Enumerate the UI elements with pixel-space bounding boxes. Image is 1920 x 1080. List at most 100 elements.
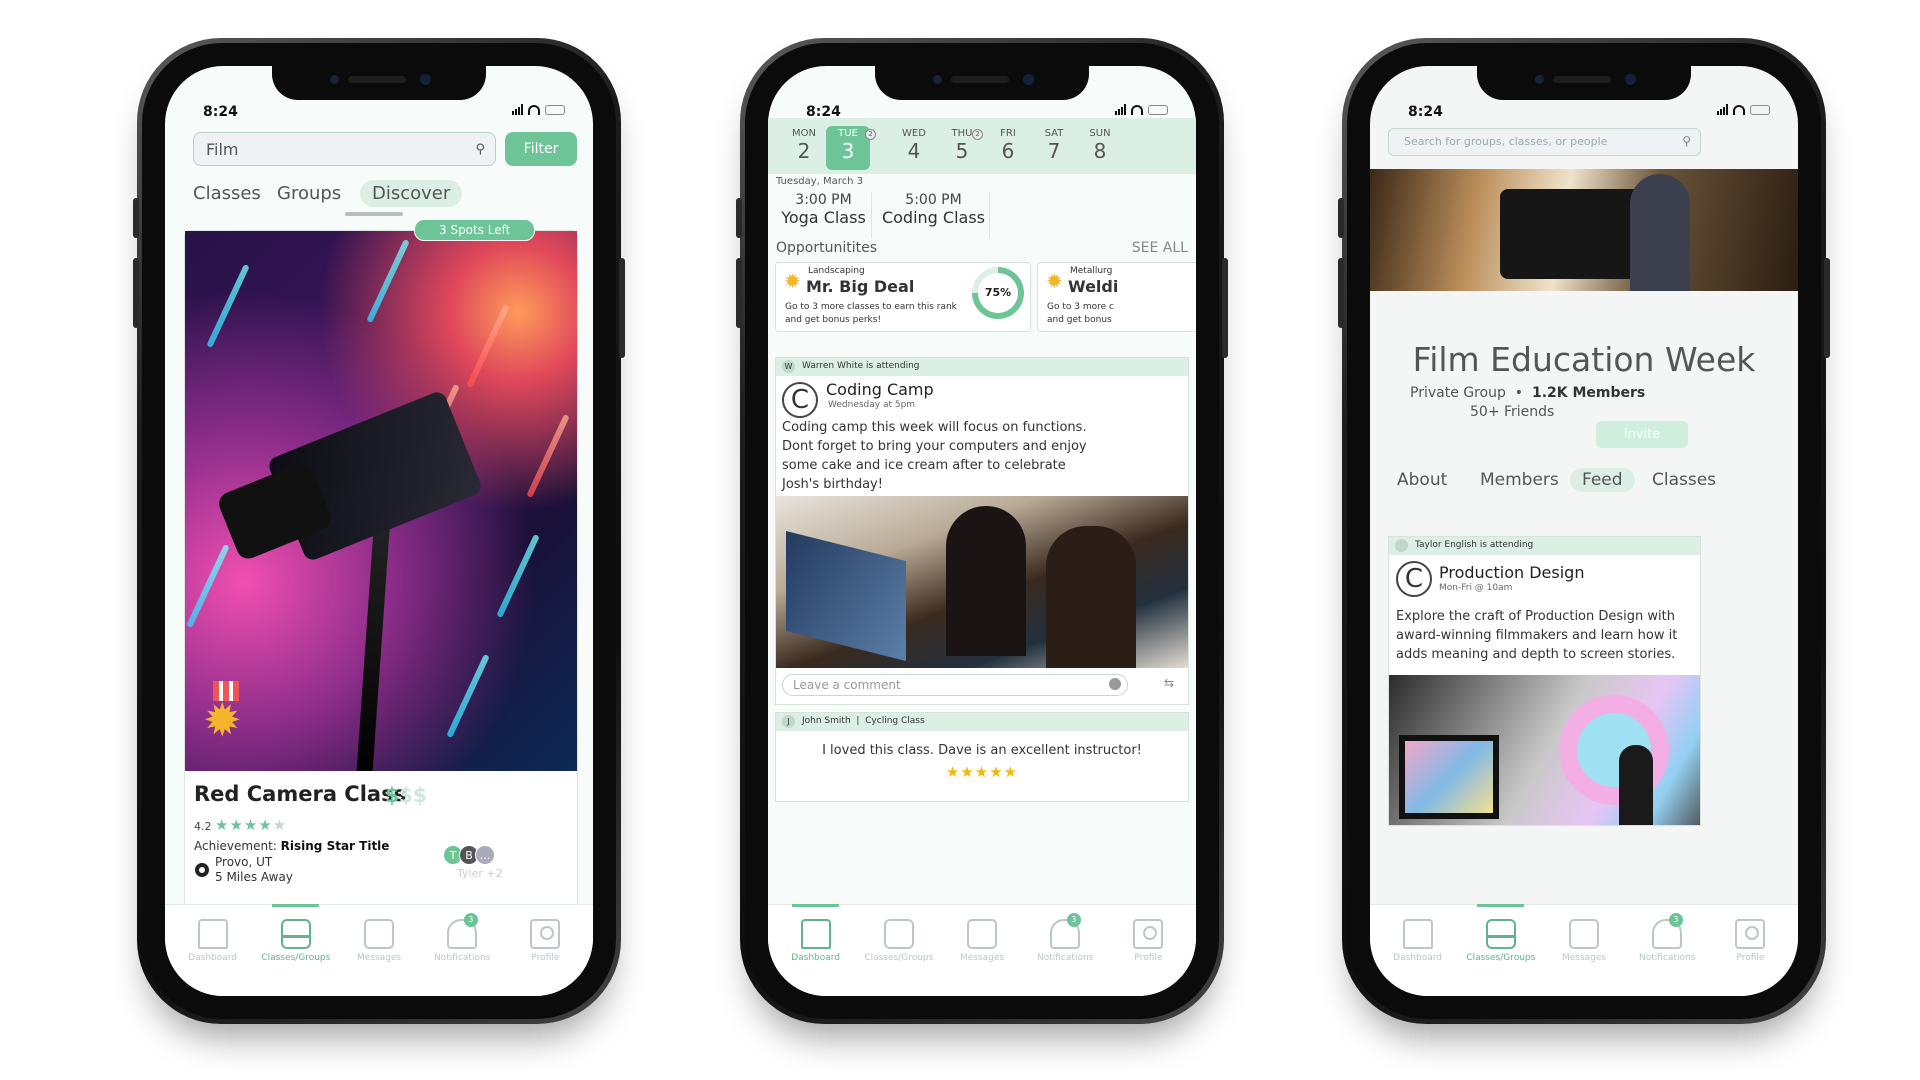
schedule-item[interactable]: 5:00 PM Coding Class (878, 192, 990, 238)
medal-icon: ✹ (1046, 269, 1063, 293)
post-subtitle: Wednesday at 5pm (828, 400, 916, 410)
post-title[interactable]: Production Design (1439, 563, 1584, 582)
comment-input[interactable]: Leave a comment (782, 674, 1128, 696)
power-button (1222, 258, 1228, 358)
post-body: Explore the craft of Production Design w… (1396, 609, 1678, 662)
notch (272, 66, 486, 100)
tab-members[interactable]: Members (1480, 470, 1559, 490)
group-friends: 50+ Friends (1470, 404, 1555, 420)
day-badge: 2 (972, 129, 983, 140)
tab-dashboard[interactable]: Dashboard (1376, 913, 1459, 996)
search-input[interactable]: Film ⚲ (193, 132, 496, 166)
tab-bar: Dashboard Classes/Groups Messages 3 Notif… (1370, 904, 1798, 996)
notification-badge: 3 (1066, 913, 1081, 927)
tab-classes-groups[interactable]: Classes/Groups (254, 904, 337, 996)
home-icon (800, 919, 831, 949)
group-title: Film Education Week (1412, 340, 1756, 379)
mute-switch (133, 198, 139, 238)
wifi-icon (528, 104, 540, 115)
feed-post: W Warren White is attending C Coding Camp… (775, 357, 1189, 705)
day-sat[interactable]: SAT 7 (1032, 128, 1076, 163)
class-card[interactable]: ✹ 3 Spots Left Red Camera Class $$$ 4.2 … (184, 219, 578, 918)
group-meta: Private Group • 1.2K Members (1410, 385, 1646, 401)
signal-icon (512, 104, 523, 115)
post-body: Coding camp this week will focus on func… (782, 420, 1087, 492)
screen-discover: 8:24 Film ⚲ Filter Classes Groups Discove… (165, 66, 593, 996)
tab-notifications[interactable]: 3 Notifications (421, 913, 504, 996)
day-mon[interactable]: MON 2 (782, 128, 826, 163)
rating-value: 4.2 (194, 820, 212, 833)
tab-notifications[interactable]: 3 Notifications (1024, 913, 1107, 996)
power-button (1824, 258, 1830, 358)
review-post: J John Smith | Cycling Class I loved this… (775, 712, 1189, 802)
tab-bar: Dashboard Classes/Groups Messages 3 Notif… (768, 904, 1196, 996)
day-tue[interactable]: TUE 3 (826, 126, 870, 170)
tab-messages[interactable]: Messages (337, 913, 420, 996)
tab-notifications[interactable]: 3 Notifications (1626, 913, 1709, 996)
volume-up-button (133, 258, 139, 328)
segment-classes[interactable]: Classes (193, 183, 261, 204)
tab-about[interactable]: About (1397, 470, 1447, 490)
classes-icon (883, 919, 914, 949)
tab-classes-groups[interactable]: Classes/Groups (1459, 904, 1542, 996)
battery-icon (545, 104, 565, 115)
post-photo (1389, 675, 1700, 825)
opportunity-card[interactable]: ✹ Landscaping Mr. Big Deal Go to 3 more … (775, 262, 1031, 332)
search-input[interactable]: Search for groups, classes, or people ⚲ (1388, 128, 1701, 156)
tab-messages[interactable]: Messages (940, 913, 1023, 996)
class-icon: C (782, 382, 818, 418)
tab-dashboard[interactable]: Dashboard (774, 904, 857, 996)
search-icon: ⚲ (475, 142, 485, 157)
day-fri[interactable]: FRI 6 (986, 128, 1030, 163)
share-icon[interactable]: ⇆ (1164, 676, 1174, 690)
avatar-more: ... (475, 845, 495, 865)
tab-classes-groups[interactable]: Classes/Groups (857, 913, 940, 996)
tab-classes[interactable]: Classes (1652, 470, 1716, 490)
tab-messages[interactable]: Messages (1542, 913, 1625, 996)
location-pin-icon (195, 863, 209, 877)
tab-profile[interactable]: Profile (1107, 913, 1190, 996)
tab-bar: Dashboard Classes/Groups Messages 3 Notif… (165, 904, 593, 996)
messages-icon (364, 919, 394, 949)
avatar: J (782, 715, 795, 728)
attendee-note: Tyler +2 (457, 867, 503, 880)
review-text: I loved this class. Dave is an excellent… (822, 743, 1142, 758)
volume-up-button (1338, 258, 1344, 328)
search-icon: ⚲ (1682, 134, 1691, 148)
post-title[interactable]: Coding Camp (826, 380, 934, 399)
filter-button[interactable]: Filter (505, 132, 577, 166)
home-icon (1402, 919, 1433, 949)
notification-badge: 3 (463, 913, 478, 927)
price-indicator: $$$ (385, 783, 427, 807)
tab-profile[interactable]: Profile (1709, 913, 1792, 996)
spots-left-badge: 3 Spots Left (414, 219, 536, 241)
rating: 4.2 ★★★★★ (194, 816, 287, 834)
post-photo (776, 496, 1188, 668)
day-wed[interactable]: WED 4 (892, 128, 936, 163)
segment-discover[interactable]: Discover (360, 180, 463, 207)
classes-icon (280, 919, 311, 949)
achievement: Achievement: Rising Star Title (194, 839, 390, 853)
send-icon[interactable] (1109, 678, 1121, 690)
class-icon: C (1396, 561, 1432, 597)
opportunity-card[interactable]: ✹ Metallurg Weldi Go to 3 more c and get … (1037, 262, 1196, 332)
tab-dashboard[interactable]: Dashboard (171, 913, 254, 996)
opportunities-header: Opportunitites (776, 240, 878, 256)
see-all-link[interactable]: SEE ALL (1132, 240, 1188, 256)
class-title: Red Camera Class (194, 782, 407, 806)
selected-date: Tuesday, March 3 (776, 176, 864, 187)
status-time: 8:24 (1408, 104, 1443, 120)
messages-icon (967, 919, 997, 949)
status-time: 8:24 (203, 104, 238, 120)
attendee-avatars[interactable]: T B ... (443, 845, 495, 865)
profile-icon (530, 919, 561, 949)
rating-stars: ★★★★★ (215, 816, 288, 834)
tab-feed[interactable]: Feed (1570, 468, 1635, 492)
invite-button[interactable]: Invite (1596, 421, 1688, 448)
battery-icon (1750, 104, 1770, 115)
tab-profile[interactable]: Profile (504, 913, 587, 996)
day-sun[interactable]: SUN 8 (1078, 128, 1122, 163)
medal-icon: ✹ (203, 681, 249, 751)
segment-groups[interactable]: Groups (277, 183, 341, 204)
schedule-item[interactable]: 3:00 PM Yoga Class (776, 192, 872, 238)
